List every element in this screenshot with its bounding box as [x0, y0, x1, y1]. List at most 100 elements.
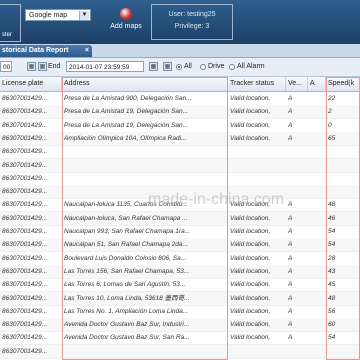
cell-speed: 48	[328, 201, 336, 209]
table-row[interactable]: 86307001429...	[0, 172, 360, 186]
start-time-field[interactable]: 00	[0, 61, 12, 72]
user-info-panel: User: testing25 Privilege: 3	[151, 4, 233, 40]
table-row[interactable]: 86307001429... Avenida Doctor Gustavo Baz…	[0, 318, 360, 333]
close-icon[interactable]: ×	[85, 45, 89, 57]
table-row[interactable]: 86307001429... Ampliación Olímpica 10A, O…	[0, 131, 360, 146]
cell-plate: 86307001429...	[2, 321, 48, 329]
cell-a	[308, 238, 326, 251]
table-row[interactable]: 86307001429... Presa de La Amistad 900, D…	[0, 92, 360, 106]
cell-plate: 86307001429...	[2, 294, 48, 302]
cell-address: Boulevard Luis Donaldo Colosio 806, Sa..…	[64, 254, 187, 262]
cell-v	[286, 145, 308, 158]
table-row[interactable]: 86307001429...	[0, 145, 360, 160]
cell-speed: 28	[328, 254, 336, 262]
cell-v: A	[288, 334, 293, 342]
table-row[interactable]: 86307001429... Presa de La Amistad 19, De…	[0, 119, 360, 133]
tab-label: storical Data Report	[2, 47, 69, 54]
calendar-icon[interactable]: ▦	[149, 62, 158, 71]
tab-historical-data-report[interactable]: storical Data Report ×	[0, 45, 92, 57]
calendar-icon[interactable]: ▦	[163, 62, 172, 71]
cell-a	[308, 331, 326, 344]
table-row[interactable]: 86307001429... Las Torres 10, Loma Linda,…	[0, 291, 360, 306]
cell-a	[308, 105, 326, 118]
cell-plate: 86307001429...	[2, 174, 48, 182]
cell-status	[228, 145, 286, 158]
cell-plate: 86307001429...	[2, 334, 48, 342]
radio-all-label: All	[184, 63, 192, 70]
cell-a	[308, 212, 326, 225]
cell-v: A	[288, 321, 293, 329]
cell-status: Valid location,	[230, 108, 271, 116]
watermark: made-in-china.com	[148, 191, 285, 208]
end-time-field[interactable]: 2014-01-07 23:59:59	[66, 61, 144, 72]
top-toolbar: ster Google map ▼ Add maps User: testing2…	[0, 0, 360, 44]
cell-speed: 54	[328, 334, 336, 342]
toolbar-left-group[interactable]: ster	[0, 4, 21, 42]
cell-v: A	[288, 281, 293, 289]
chevron-down-icon[interactable]: ▼	[79, 11, 89, 20]
table-row[interactable]: 86307001429...	[0, 158, 360, 173]
cell-v: A	[288, 307, 293, 315]
table-row[interactable]: 86307001429... Naucalpan 51, San Rafael C…	[0, 238, 360, 253]
cell-status: Valid location,	[230, 321, 271, 329]
cell-status: Valid location,	[230, 134, 271, 142]
add-maps-icon	[120, 8, 132, 20]
table-row[interactable]: 86307001429... Naucalpan 993, San Rafael …	[0, 225, 360, 239]
calendar-icon[interactable]: ▦	[27, 62, 36, 71]
cell-speed	[326, 345, 360, 358]
cell-status	[228, 159, 286, 172]
col-ve[interactable]: Ve...	[286, 77, 308, 91]
cell-v	[286, 345, 308, 358]
cell-speed: 54	[328, 241, 336, 249]
cell-address: Las Torres No. 1, Ampliación Loma Linda.…	[64, 307, 189, 315]
col-a[interactable]: A	[308, 77, 326, 91]
cell-address: Presa de La Amistad 19, Delegación San..…	[64, 121, 189, 129]
cell-plate: 86307001429...	[2, 134, 48, 142]
cell-address: Las Torres 156, San Rafael Chamapa, 53..…	[64, 267, 190, 275]
radio-drive[interactable]	[200, 64, 206, 70]
cell-speed: 48	[328, 294, 336, 302]
cell-status: Valid location,	[230, 294, 271, 302]
user-name: User: testing25	[168, 11, 216, 18]
cell-a	[308, 172, 326, 185]
cell-plate: 86307001429...	[2, 281, 48, 289]
cell-v	[286, 159, 308, 172]
cell-speed: 60	[328, 321, 336, 329]
radio-all-alarm[interactable]	[229, 64, 235, 70]
cell-a	[308, 119, 326, 132]
cell-address	[62, 172, 228, 185]
map-type-select[interactable]: Google map ▼	[25, 9, 91, 21]
cell-plate: 86307001429...	[2, 108, 48, 116]
col-license-plate[interactable]: License plate	[0, 77, 62, 91]
table-row[interactable]: 86307001429... Presa de La Amistad 19, De…	[0, 105, 360, 120]
table-row[interactable]: 86307001429...	[0, 344, 360, 359]
cell-address: Las Torres 10, Loma Linda, 53618 墨西哥...	[64, 294, 190, 302]
cell-status: Valid location,	[230, 254, 271, 262]
col-address[interactable]: Address	[62, 77, 228, 91]
table-row[interactable]: 86307001429... Las Torres No. 1, Ampliaci…	[0, 305, 360, 319]
calendar-icon[interactable]: ▦	[38, 62, 47, 71]
cell-status: Valid location,	[230, 121, 271, 129]
cell-plate: 86307001429...	[2, 267, 48, 275]
cell-v	[286, 185, 308, 198]
table-row[interactable]: 86307001429... Las Torres 6, Lomas de San…	[0, 278, 360, 293]
add-maps-button[interactable]: Add maps	[104, 6, 148, 38]
table-row[interactable]: 86307001429... Las Torres 156, San Rafael…	[0, 264, 360, 279]
add-maps-label: Add maps	[110, 23, 142, 30]
filter-bar: 00 ▦ ▦ End 2014-01-07 23:59:59 ▦ ▦ All D…	[0, 58, 360, 77]
cell-address	[62, 345, 228, 358]
cell-address: Avenida Doctor Gustavo Baz Sur, Industri…	[64, 321, 190, 329]
radio-all[interactable]	[176, 64, 182, 70]
cell-plate: 86307001429...	[2, 228, 48, 235]
cell-plate: 86307001429...	[2, 241, 48, 249]
col-tracker-status[interactable]: Tracker status	[228, 77, 286, 91]
cell-a	[308, 292, 326, 305]
table-row[interactable]: 86307001429... Boulevard Luis Donaldo Col…	[0, 252, 360, 266]
table-row[interactable]: 86307001429... Avenida Doctor Gustavo Baz…	[0, 331, 360, 346]
cell-speed	[326, 185, 360, 198]
col-speed[interactable]: Speed(k	[326, 77, 360, 91]
table-row[interactable]: 86307001429... Naucalpan-toluca, San Rafa…	[0, 211, 360, 226]
cell-address: Ampliación Olímpica 10A, Olímpica Radi..…	[64, 134, 187, 142]
cell-v: A	[288, 228, 293, 235]
cell-status: Valid location,	[230, 228, 271, 235]
